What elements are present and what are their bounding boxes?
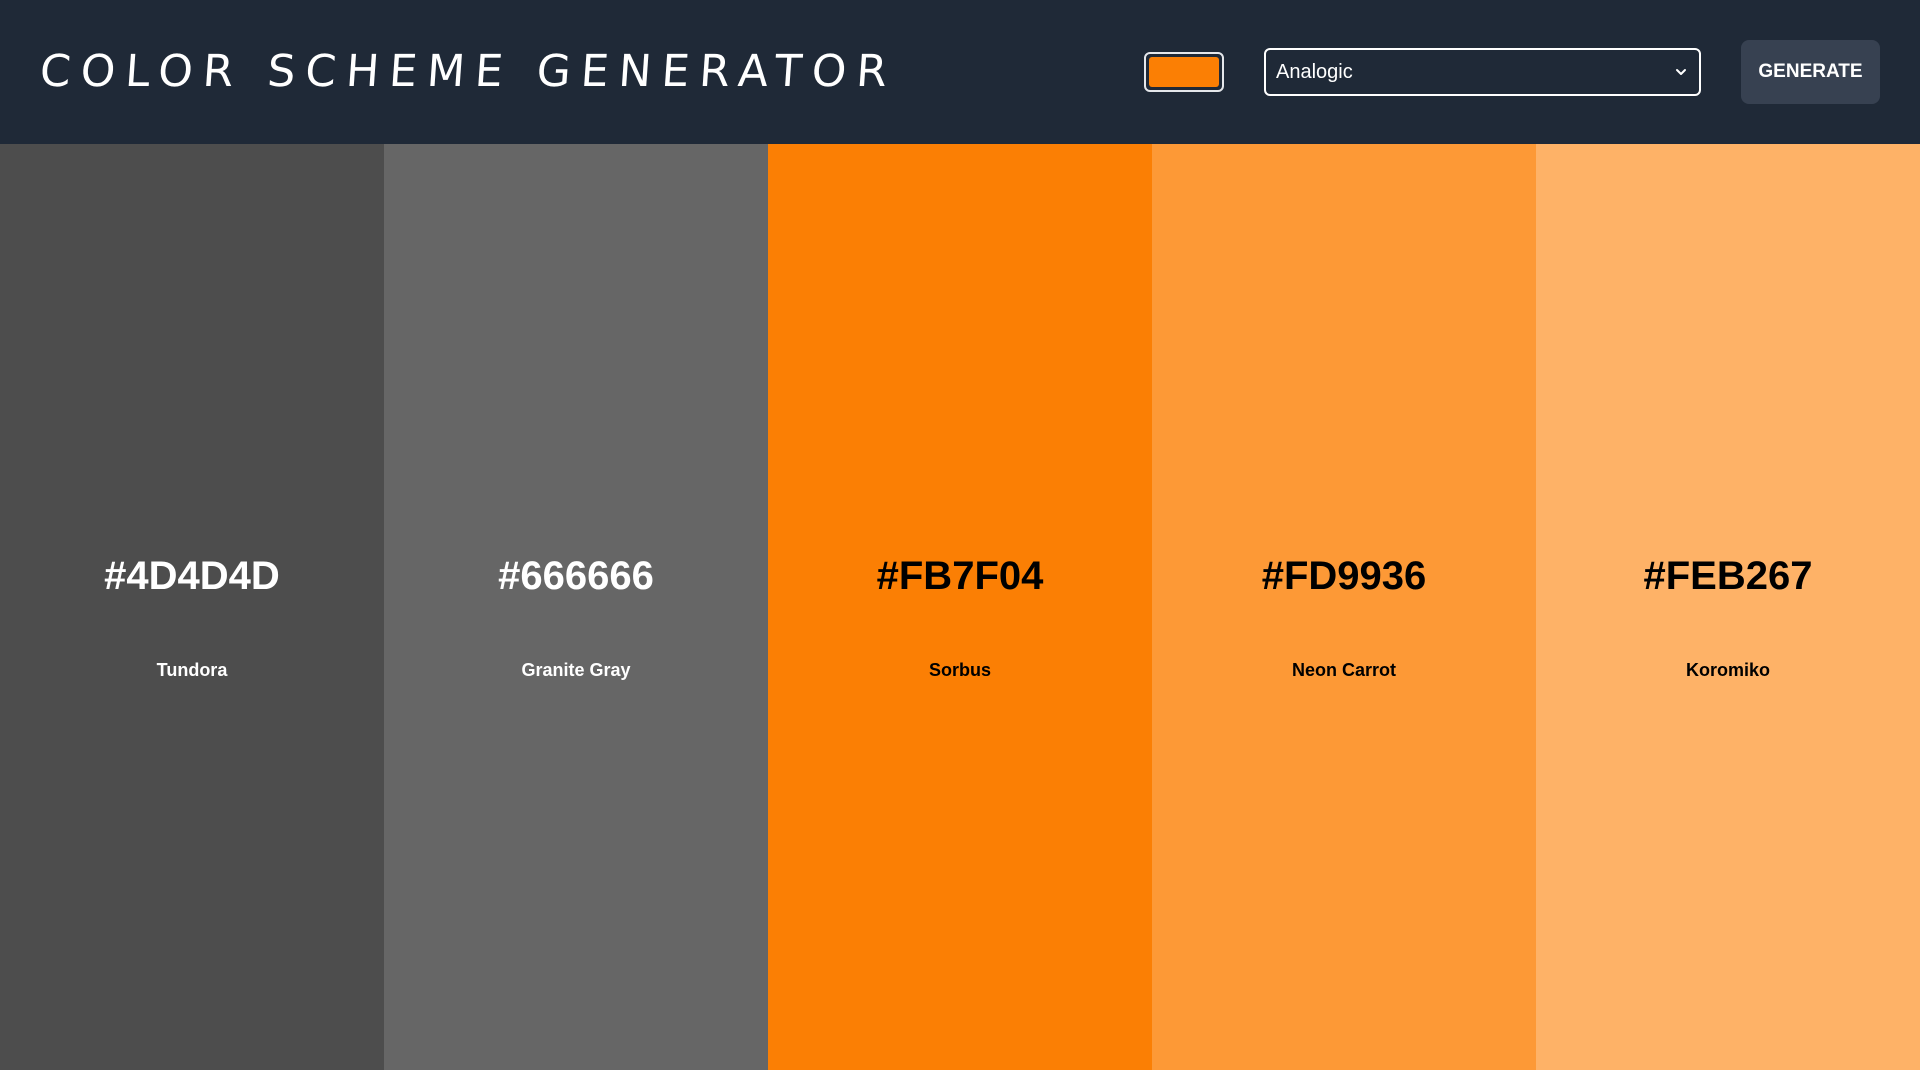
color-name: Granite Gray [521, 660, 631, 680]
color-name: Neon Carrot [1291, 660, 1396, 680]
color-hex: #FB7F04 [876, 554, 1044, 598]
app-header: COLOR SCHEME GENERATOR Analogic GENERATE [0, 0, 1920, 144]
seed-color-fill [1149, 57, 1219, 87]
app-title: COLOR SCHEME GENERATOR [38, 46, 899, 97]
color-hex: #FD9936 [1261, 554, 1427, 598]
palette-color-3[interactable]: #FB7F04 Sorbus [768, 144, 1152, 1070]
chevron-down-icon [1676, 69, 1686, 75]
palette-color-4[interactable]: #FD9936 Neon Carrot [1152, 144, 1536, 1070]
scheme-mode-value: Analogic [1276, 60, 1353, 83]
palette-color-5[interactable]: #FEB267 Koromiko [1536, 144, 1920, 1070]
color-hex: #666666 [498, 554, 654, 598]
color-name: Tundora [156, 660, 228, 680]
color-hex: #FEB267 [1643, 554, 1813, 598]
seed-color-picker[interactable] [1144, 52, 1224, 92]
scheme-mode-select[interactable]: Analogic [1264, 48, 1701, 96]
color-palette: #4D4D4D Tundora #666666 Granite Gray #FB… [0, 144, 1920, 1070]
color-name: Koromiko [1685, 660, 1770, 680]
color-name: Sorbus [928, 660, 991, 680]
generate-button[interactable]: GENERATE [1741, 40, 1880, 104]
color-hex: #4D4D4D [104, 554, 280, 598]
palette-color-1[interactable]: #4D4D4D Tundora [0, 144, 384, 1070]
palette-color-2[interactable]: #666666 Granite Gray [384, 144, 768, 1070]
